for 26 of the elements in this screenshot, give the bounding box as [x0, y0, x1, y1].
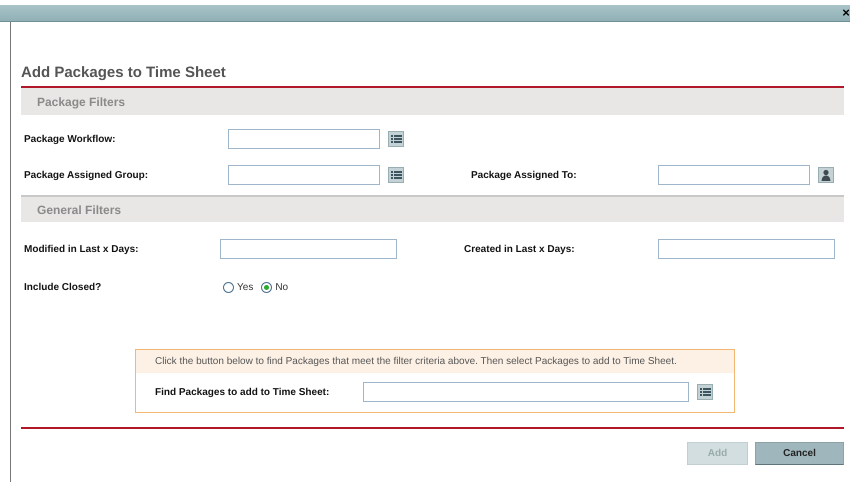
- field-label: Modified in Last x Days:: [24, 244, 140, 254]
- input-field[interactable]: [658, 239, 835, 259]
- radio-button[interactable]: [261, 282, 272, 292]
- field-label: Created in Last x Days:: [464, 244, 576, 254]
- close-button[interactable]: ×: [842, 6, 850, 20]
- radio-label: No: [275, 282, 288, 292]
- list-icon[interactable]: [388, 167, 404, 183]
- field-label: Package Workflow:: [24, 134, 117, 144]
- input-field[interactable]: [228, 129, 380, 149]
- input-field[interactable]: [220, 239, 397, 259]
- field-label: Package Assigned To:: [471, 170, 578, 180]
- cancel-button[interactable]: Cancel: [755, 442, 844, 465]
- field-label: Package Assigned Group:: [24, 170, 150, 180]
- section-header: General Filters: [21, 195, 844, 222]
- field-label: Include Closed?: [24, 282, 102, 292]
- list-icon[interactable]: [697, 384, 713, 400]
- input-field[interactable]: [658, 165, 810, 185]
- list-icon[interactable]: [388, 131, 404, 147]
- radio-label: Yes: [237, 282, 254, 292]
- section-header: Package Filters: [21, 88, 844, 115]
- field-label: Find Packages to add to Time Sheet:: [155, 386, 330, 398]
- input-field[interactable]: [228, 165, 380, 185]
- hint-text: Click the button below to find Packages that meet the filter criteria above. Then select Packages to add to Time Sheet.: [136, 350, 734, 373]
- person-icon[interactable]: [818, 167, 834, 183]
- radio-button[interactable]: [223, 282, 234, 292]
- input-field[interactable]: [363, 382, 689, 402]
